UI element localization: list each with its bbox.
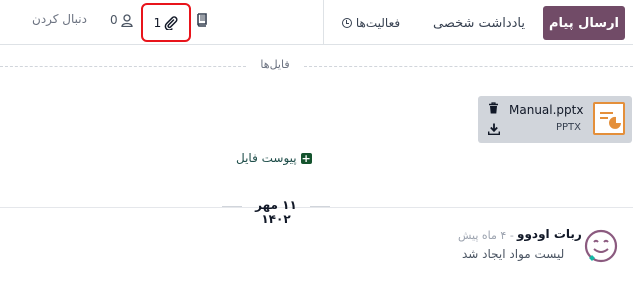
- odoobot-avatar: [584, 229, 618, 263]
- presentation-file-icon: [593, 102, 625, 135]
- attachments-button[interactable]: 1: [141, 3, 191, 42]
- log-note-label: یادداشت شخصی: [433, 15, 525, 31]
- attachment-name[interactable]: Manual.pptx: [509, 103, 583, 117]
- files-section-label: فایل‌ها: [260, 58, 290, 71]
- trash-icon[interactable]: [488, 102, 499, 114]
- attach-file-button[interactable]: + پیوست فایل: [236, 151, 312, 165]
- follow-label: دنبال کردن: [32, 12, 87, 26]
- message-body: لیست مواد ایجاد شد: [462, 247, 565, 261]
- activities-button[interactable]: فعالیت‌ها: [324, 6, 418, 40]
- send-message-label: ارسال پیام: [549, 15, 620, 31]
- attachment-extension: PPTX: [556, 122, 582, 133]
- files-divider-right: [304, 66, 633, 67]
- follow-button[interactable]: دنبال کردن: [32, 12, 87, 26]
- chatter-topbar: ارسال پیام یادداشت شخصی فعالیت‌ها 1 0 دن…: [0, 0, 633, 45]
- attach-file-label: پیوست فایل: [236, 151, 297, 165]
- book-icon[interactable]: [196, 13, 208, 27]
- section-divider: [0, 207, 633, 208]
- clock-icon: [341, 18, 352, 28]
- attachment-count: 1: [153, 15, 162, 30]
- attachment-card[interactable]: Manual.pptx PPTX: [478, 96, 632, 143]
- person-icon: [120, 13, 133, 27]
- followers-button[interactable]: 0: [110, 12, 133, 28]
- activities-label: فعالیت‌ها: [355, 16, 401, 30]
- date-divider-left-short: [222, 206, 242, 207]
- date-separator: ۱۱ مهر ۱۴۰۲: [255, 198, 297, 226]
- message-time: - ۴ ماه پیش: [458, 229, 514, 242]
- log-note-button[interactable]: یادداشت شخصی: [423, 6, 535, 40]
- follower-count: 0: [110, 13, 118, 27]
- send-message-button[interactable]: ارسال پیام: [543, 6, 625, 40]
- plus-square-icon: +: [300, 151, 312, 165]
- date-divider-right-short: [310, 206, 330, 207]
- message-author[interactable]: ربات اودوو: [517, 227, 582, 241]
- files-divider-left: [0, 66, 246, 67]
- paperclip-icon: [164, 15, 178, 30]
- download-icon[interactable]: [488, 123, 500, 135]
